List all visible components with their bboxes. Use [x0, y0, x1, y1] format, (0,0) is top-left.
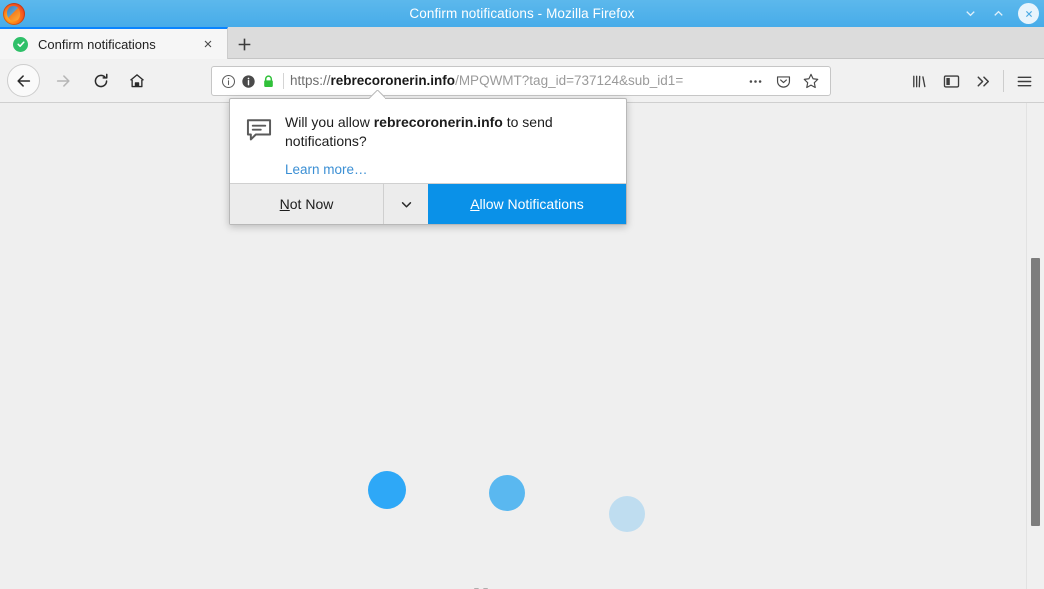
info-filled-icon[interactable]	[239, 72, 257, 90]
not-now-accesskey: N	[279, 196, 290, 212]
info-circle-icon[interactable]	[219, 72, 237, 90]
browser-tab[interactable]: Confirm notifications	[0, 27, 228, 59]
window-controls	[962, 0, 1039, 27]
loading-dot-1	[368, 471, 406, 509]
reload-button[interactable]	[84, 64, 118, 98]
library-icon	[912, 75, 925, 87]
message-host: rebrecoronerin.info	[373, 114, 503, 130]
pocket-icon	[776, 75, 790, 88]
allow-notifications-button[interactable]: Allow Notifications	[428, 184, 626, 224]
app-menu-button[interactable]	[1008, 65, 1040, 97]
url-scheme: https://	[290, 73, 331, 88]
plus-icon	[238, 38, 251, 50]
reload-icon	[94, 73, 108, 87]
chevron-up-icon	[994, 10, 1003, 16]
notification-message: Will you allow rebrecoronerin.info to se…	[285, 113, 612, 151]
speech-bubble-icon	[244, 113, 276, 183]
star-icon	[803, 73, 819, 89]
sidebar-button[interactable]	[935, 65, 967, 97]
pocket-button[interactable]	[770, 68, 796, 94]
minimize-button[interactable]	[962, 5, 979, 22]
url-actions	[742, 68, 830, 94]
identity-box[interactable]	[212, 72, 290, 90]
vertical-scrollbar[interactable]	[1026, 103, 1044, 589]
home-button[interactable]	[120, 64, 154, 98]
allow-accesskey: A	[470, 196, 480, 212]
toolbar-divider	[1003, 70, 1004, 92]
tab-title: Confirm notifications	[38, 36, 156, 52]
window-title: Confirm notifications - Mozilla Firefox	[409, 6, 635, 21]
padlock-icon[interactable]	[259, 72, 277, 90]
notification-panel-body: Will you allow rebrecoronerin.info to se…	[230, 99, 626, 183]
url-host: rebrecoronerin.info	[330, 73, 456, 88]
tab-strip: Confirm notifications	[0, 27, 1044, 59]
tagline-allow-emphasis: Allow	[449, 583, 536, 589]
message-prefix: Will you allow	[285, 114, 374, 130]
notification-permission-panel: Will you allow rebrecoronerin.info to se…	[229, 98, 627, 225]
allow-label: llow Notifications	[479, 196, 584, 212]
bookmark-button[interactable]	[798, 68, 824, 94]
window-titlebar: Confirm notifications - Mozilla Firefox	[0, 0, 1044, 27]
identity-separator	[283, 73, 284, 89]
notification-actions: Not Now Allow Notifications	[230, 183, 626, 224]
url-path: /MPQWMT?tag_id=737124&sub_id1=	[455, 73, 684, 88]
firefox-logo	[3, 2, 25, 25]
home-icon	[130, 73, 144, 87]
close-icon	[204, 40, 212, 48]
green-check-icon	[13, 36, 28, 52]
url-bar[interactable]: https://rebrecoronerin.info/MPQWMT?tag_i…	[211, 66, 831, 96]
new-tab-button[interactable]	[231, 31, 258, 57]
close-icon	[1025, 10, 1032, 17]
loading-dot-3	[609, 496, 645, 532]
not-now-label: ot Now	[289, 196, 334, 212]
forward-button[interactable]	[46, 64, 80, 98]
overflow-button[interactable]	[967, 65, 999, 97]
loading-dot-2	[489, 475, 525, 511]
back-button[interactable]	[7, 64, 40, 97]
tab-close-button[interactable]	[198, 34, 218, 54]
chevron-down-icon	[966, 11, 975, 17]
arrow-right-icon	[56, 74, 70, 87]
hamburger-menu-icon	[1017, 76, 1031, 86]
sidebar-icon	[943, 74, 959, 88]
chevron-down-icon	[401, 201, 411, 207]
learn-more-link[interactable]: Learn more…	[285, 162, 368, 177]
page-tagline: Please tap the Allow button to continue	[0, 583, 1026, 589]
maximize-button[interactable]	[990, 5, 1007, 22]
notification-text-block: Will you allow rebrecoronerin.info to se…	[285, 113, 612, 183]
arrow-left-icon	[16, 74, 30, 87]
notification-dropdown-button[interactable]	[384, 184, 428, 224]
toolbar-right-buttons	[903, 64, 1040, 98]
url-text[interactable]: https://rebrecoronerin.info/MPQWMT?tag_i…	[290, 67, 742, 95]
close-window-button[interactable]	[1018, 3, 1039, 24]
panel-arrow	[369, 90, 385, 99]
library-button[interactable]	[903, 65, 935, 97]
scrollbar-thumb[interactable]	[1031, 258, 1040, 526]
not-now-button[interactable]: Not Now	[230, 184, 384, 224]
page-actions-button[interactable]	[742, 68, 768, 94]
ellipsis-icon	[749, 79, 761, 83]
chevron-double-right-icon	[977, 75, 989, 87]
